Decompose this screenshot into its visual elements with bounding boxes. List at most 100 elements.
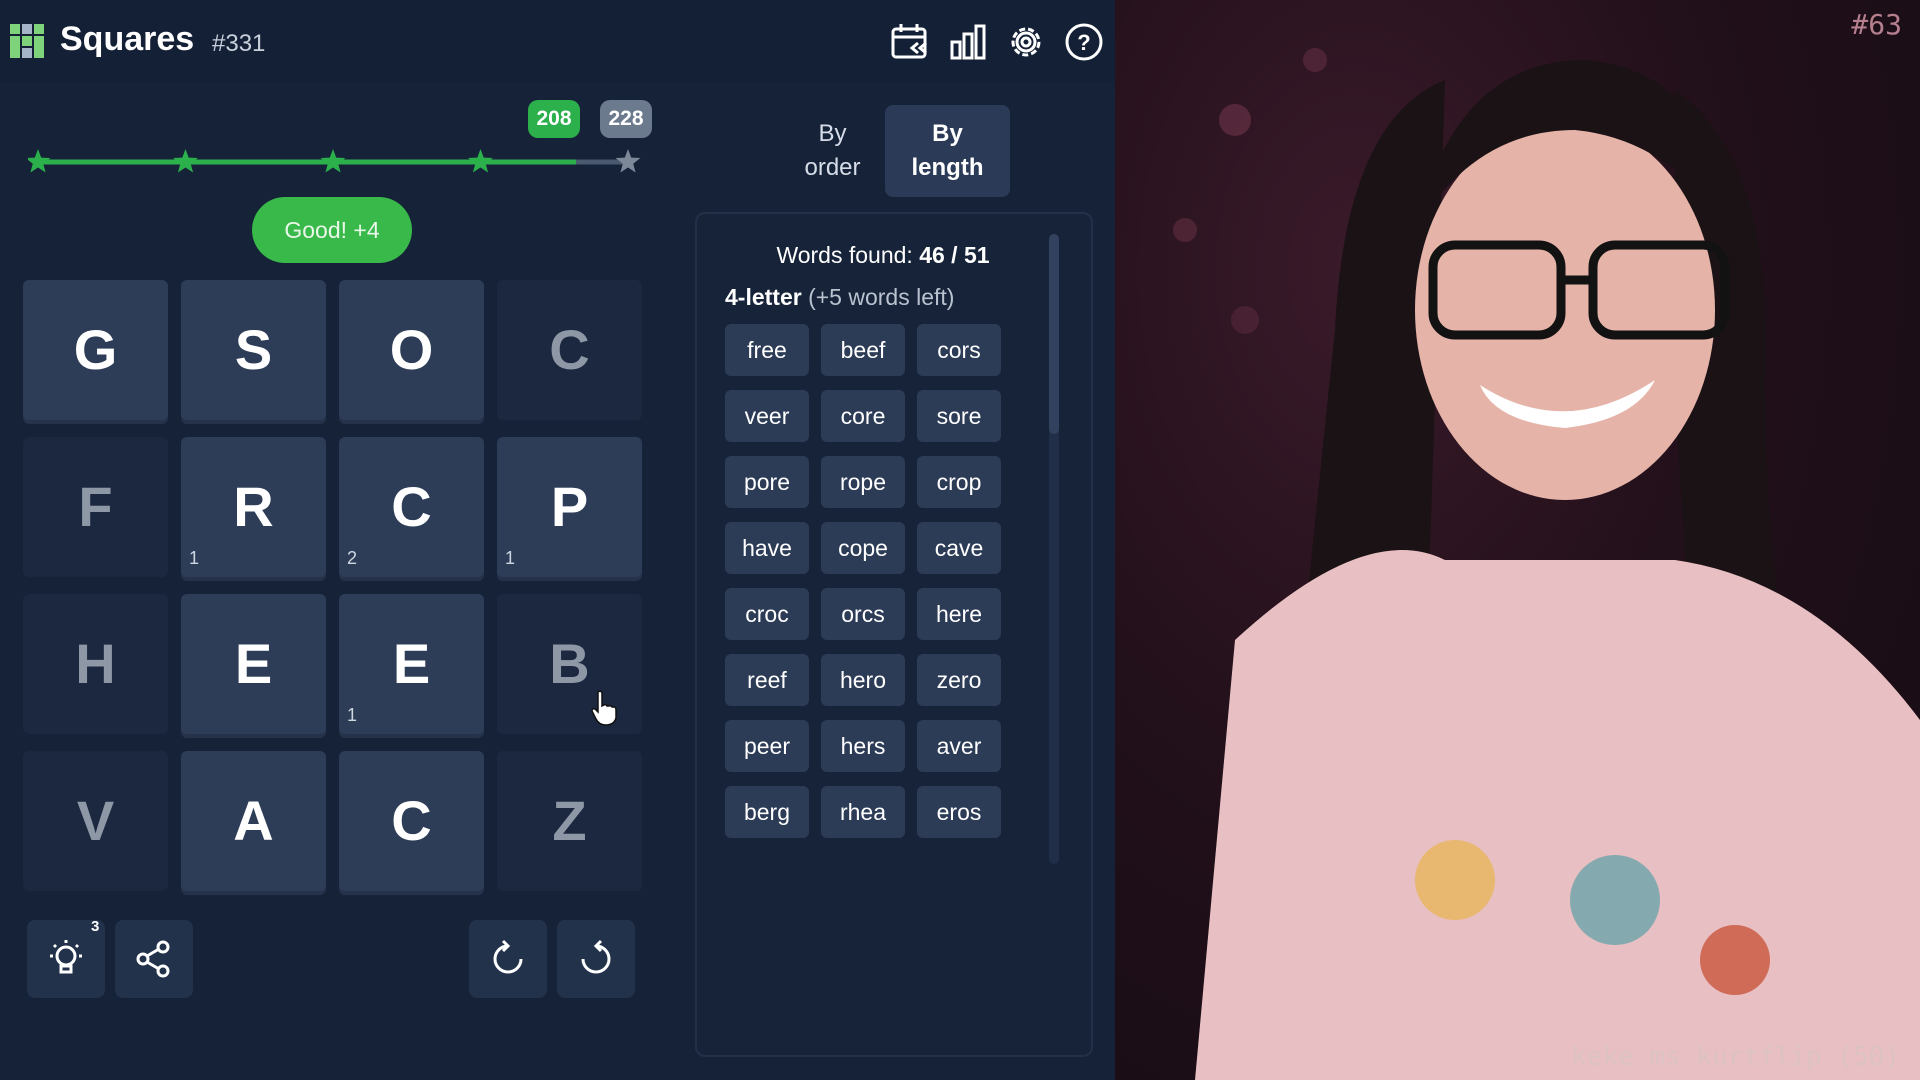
letter-tile[interactable]: F bbox=[23, 437, 168, 577]
sort-by-order-button[interactable]: By order bbox=[770, 105, 895, 197]
letter-tile[interactable]: S bbox=[181, 280, 326, 420]
word-list-scrollbar[interactable] bbox=[1049, 234, 1059, 864]
tile-letter: P bbox=[550, 475, 589, 538]
feedback-toast: Good! +4 bbox=[252, 197, 412, 263]
tile-word-count: 1 bbox=[189, 548, 200, 568]
tile-word-count: 1 bbox=[347, 705, 358, 725]
letter-tile[interactable]: R1 bbox=[181, 437, 326, 577]
hint-count: 3 bbox=[91, 918, 100, 935]
hint-button[interactable]: 3 bbox=[27, 918, 105, 998]
found-word-chip[interactable]: crop bbox=[917, 456, 1001, 508]
found-word-chip[interactable]: cors bbox=[917, 324, 1001, 376]
tile-letter: R bbox=[233, 475, 274, 538]
sort-by-length-button[interactable]: By length bbox=[885, 105, 1010, 197]
letter-tile[interactable]: Z bbox=[497, 751, 642, 891]
letter-tile[interactable]: P1 bbox=[497, 437, 642, 577]
found-word-chip[interactable]: free bbox=[725, 324, 809, 376]
letter-tile[interactable]: B bbox=[497, 594, 642, 734]
max-score-badge: 228 bbox=[600, 100, 652, 138]
progress-star-icon bbox=[615, 149, 641, 173]
tile-letter: F bbox=[78, 475, 113, 538]
found-word-chip[interactable]: here bbox=[917, 588, 1001, 640]
found-word-chip[interactable]: beef bbox=[821, 324, 905, 376]
letter-tile[interactable]: E1 bbox=[339, 594, 484, 734]
found-word-chip[interactable]: orcs bbox=[821, 588, 905, 640]
letter-tile[interactable]: H bbox=[23, 594, 168, 734]
letter-tile[interactable]: A bbox=[181, 751, 326, 891]
found-word-chip[interactable]: veer bbox=[725, 390, 809, 442]
help-icon[interactable]: ? bbox=[1062, 20, 1106, 64]
rotate-left-button[interactable] bbox=[469, 920, 547, 998]
header-bar: Squares #331 ? bbox=[0, 0, 1115, 82]
found-word-chip[interactable]: sore bbox=[917, 390, 1001, 442]
sort-toggle: By order By length bbox=[775, 105, 1015, 197]
rotate-right-button[interactable] bbox=[557, 920, 635, 998]
words-found-label: Words found: bbox=[776, 242, 913, 268]
found-word-chip[interactable]: aver bbox=[917, 720, 1001, 772]
calendar-back-icon[interactable] bbox=[888, 20, 932, 64]
found-word-chip[interactable]: hero bbox=[821, 654, 905, 706]
letter-tile[interactable]: C2 bbox=[339, 437, 484, 577]
progress-star-icon bbox=[320, 149, 346, 173]
tile-letter: A bbox=[233, 789, 274, 852]
rotate-right-icon bbox=[581, 939, 611, 974]
found-word-chip[interactable]: rope bbox=[821, 456, 905, 508]
progress-star-icon bbox=[173, 149, 198, 173]
tile-letter: V bbox=[76, 789, 115, 852]
tile-letter: C bbox=[391, 475, 432, 538]
letter-tile[interactable]: E bbox=[181, 594, 326, 734]
tile-letter: C bbox=[549, 318, 590, 381]
tile-letter: B bbox=[549, 632, 590, 695]
found-word-chip[interactable]: cope bbox=[821, 522, 905, 574]
found-word-chip[interactable]: have bbox=[725, 522, 809, 574]
words-found-value: 46 / 51 bbox=[919, 242, 990, 268]
letter-tile[interactable]: G bbox=[23, 280, 168, 420]
tile-word-count: 1 bbox=[505, 548, 516, 568]
streamer-webcam-image bbox=[1173, 48, 1920, 1080]
stream-chat-message: keke ms kurtflip (50) bbox=[1571, 1042, 1900, 1072]
found-word-chip[interactable]: rhea bbox=[821, 786, 905, 838]
page-title: Squares bbox=[60, 20, 195, 58]
rotate-left-icon bbox=[493, 939, 523, 974]
puzzle-number: #331 bbox=[212, 30, 266, 57]
lightbulb-icon bbox=[50, 940, 82, 974]
tile-word-count: 2 bbox=[347, 548, 358, 568]
found-word-chip[interactable]: eros bbox=[917, 786, 1001, 838]
found-word-chip[interactable]: core bbox=[821, 390, 905, 442]
share-button[interactable] bbox=[115, 920, 193, 998]
tile-letter: Z bbox=[552, 789, 587, 852]
squares-logo-icon bbox=[10, 24, 44, 58]
found-word-chip[interactable]: croc bbox=[725, 588, 809, 640]
current-score-badge: 208 bbox=[528, 100, 580, 138]
section-title: 4-letter bbox=[725, 284, 802, 310]
found-word-chip[interactable]: hers bbox=[821, 720, 905, 772]
found-word-chip[interactable]: cave bbox=[917, 522, 1001, 574]
words-found-counter: Words found: 46 / 51 bbox=[697, 242, 1069, 269]
letter-tile[interactable]: O bbox=[339, 280, 484, 420]
found-words-panel: Words found: 46 / 51 4-letter (+5 words … bbox=[695, 212, 1093, 1057]
webcam-feed: #63 keke ms kurtflip (50) bbox=[1115, 0, 1920, 1080]
tile-letter: E bbox=[234, 632, 273, 695]
letter-tile[interactable]: V bbox=[23, 751, 168, 891]
found-word-chip[interactable]: peer bbox=[725, 720, 809, 772]
tile-letter: E bbox=[392, 632, 431, 695]
stats-icon[interactable] bbox=[946, 20, 990, 64]
found-word-chip[interactable]: reef bbox=[725, 654, 809, 706]
found-word-chip[interactable]: zero bbox=[917, 654, 1001, 706]
found-word-chip[interactable]: pore bbox=[725, 456, 809, 508]
tile-letter: O bbox=[389, 318, 434, 381]
letter-grid: GSOCFR1C2P1HEE1BVACZ bbox=[23, 280, 643, 900]
svg-text:?: ? bbox=[1077, 30, 1090, 55]
tile-letter: S bbox=[234, 318, 273, 381]
hand-cursor-icon bbox=[591, 690, 617, 726]
gear-icon[interactable] bbox=[1004, 20, 1048, 64]
section-remaining: (+5 words left) bbox=[808, 284, 955, 310]
letter-tile[interactable]: C bbox=[497, 280, 642, 420]
found-word-chip[interactable]: berg bbox=[725, 786, 809, 838]
scrollbar-thumb[interactable] bbox=[1049, 234, 1059, 434]
tile-letter: C bbox=[391, 789, 432, 852]
word-section-header: 4-letter (+5 words left) bbox=[725, 284, 954, 311]
progress-star-icon bbox=[468, 149, 493, 173]
tile-letter: G bbox=[73, 318, 118, 381]
letter-tile[interactable]: C bbox=[339, 751, 484, 891]
